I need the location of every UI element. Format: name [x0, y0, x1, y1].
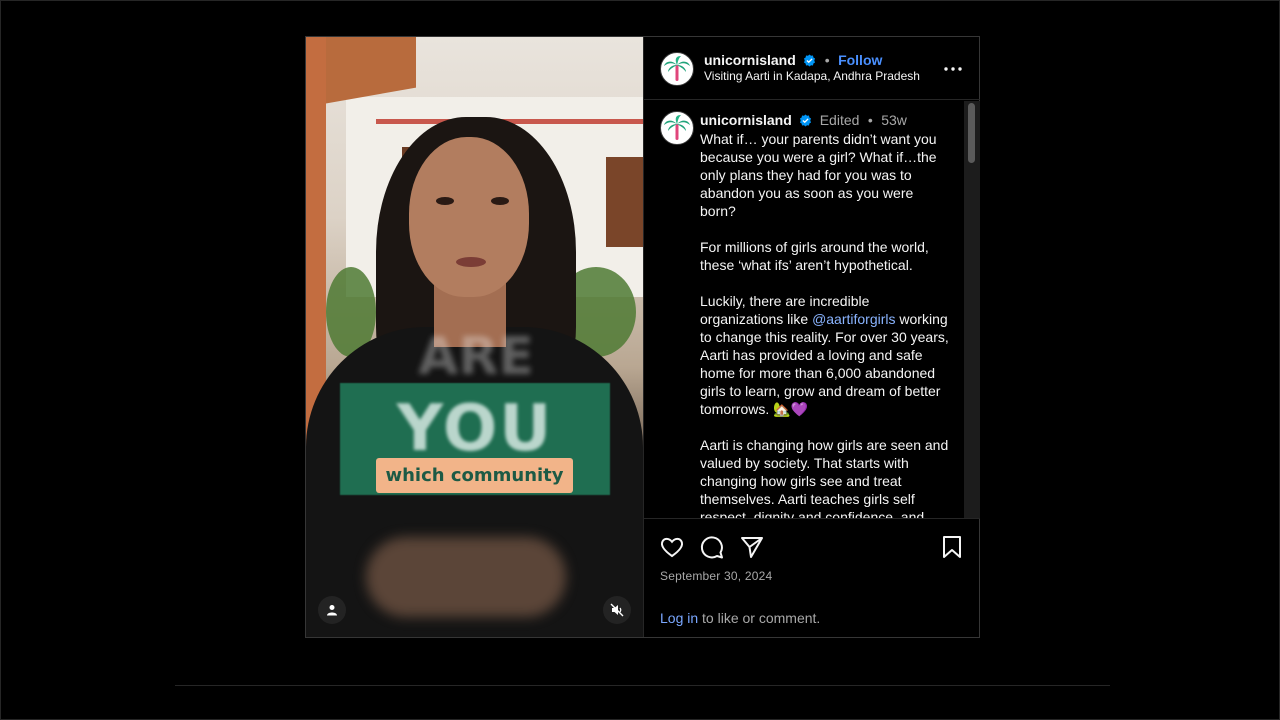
- video-caption-pill: which community: [376, 458, 573, 493]
- person-eye: [491, 197, 509, 205]
- login-link[interactable]: Log in: [660, 610, 698, 626]
- post-age[interactable]: 53w: [881, 112, 907, 128]
- background-window: [606, 157, 643, 247]
- share-icon[interactable]: [738, 533, 766, 561]
- edited-label: Edited: [819, 112, 860, 128]
- comments-scrollbar[interactable]: [964, 101, 980, 518]
- post-side-panel: unicornisland • Follow Visiting Aarti in…: [643, 37, 980, 637]
- person-face: [409, 137, 529, 297]
- tagged-users-button[interactable]: [318, 596, 346, 624]
- person-eye: [436, 197, 454, 205]
- post-date: September 30, 2024: [660, 569, 773, 583]
- location-link[interactable]: Visiting Aarti in Kadapa, Andhra Pradesh: [704, 69, 934, 83]
- person-mouth: [456, 257, 486, 267]
- caption-username[interactable]: unicornisland: [700, 112, 792, 128]
- heart-icon[interactable]: [658, 533, 686, 561]
- bookmark-icon[interactable]: [938, 533, 966, 561]
- follow-button[interactable]: Follow: [838, 52, 882, 68]
- palm-tree-avatar-icon: [664, 115, 690, 140]
- video-ghost-text: ARE: [418, 327, 534, 387]
- caption-avatar[interactable]: [660, 111, 694, 145]
- caption-text: What if… your parents didn’t want you be…: [700, 130, 952, 518]
- caption-text-part: What if… your parents didn’t want you be…: [700, 131, 937, 327]
- avatar[interactable]: [660, 52, 694, 86]
- header-separator: •: [824, 52, 830, 68]
- mute-toggle-button[interactable]: [603, 596, 631, 624]
- post-header: unicornisland • Follow Visiting Aarti in…: [644, 37, 980, 100]
- more-options-icon[interactable]: [942, 59, 964, 79]
- video-overlay-text: YOU: [396, 392, 554, 466]
- comment-icon[interactable]: [698, 533, 726, 561]
- action-bar: September 30, 2024 Log in to like or com…: [644, 518, 980, 638]
- palm-tree-avatar-icon: [664, 56, 690, 81]
- username-link[interactable]: unicornisland: [704, 52, 796, 68]
- post-video[interactable]: ARE YOU which community: [306, 37, 643, 637]
- caption-separator: •: [867, 112, 873, 128]
- verified-badge-icon: [800, 114, 812, 127]
- caption-text-part: working to change this reality. For over…: [700, 311, 949, 518]
- verified-badge-icon: [804, 54, 816, 67]
- person-hands: [366, 537, 566, 617]
- page-divider: [175, 685, 1110, 686]
- post-header-title: unicornisland • Follow: [704, 52, 882, 70]
- caption-header: unicornisland Edited • 53w: [700, 112, 907, 130]
- muted-speaker-icon: [610, 603, 624, 617]
- comments-section[interactable]: unicornisland Edited • 53w What if… your…: [644, 100, 980, 518]
- mention-link[interactable]: @aartiforgirls: [812, 311, 895, 327]
- user-tag-icon: [327, 605, 337, 616]
- login-prompt: Log in to like or comment.: [660, 610, 820, 626]
- login-prompt-text: to like or comment.: [698, 610, 821, 626]
- post-dialog: ARE YOU which community unicornisland • …: [305, 36, 980, 638]
- scrollbar-thumb[interactable]: [968, 103, 975, 163]
